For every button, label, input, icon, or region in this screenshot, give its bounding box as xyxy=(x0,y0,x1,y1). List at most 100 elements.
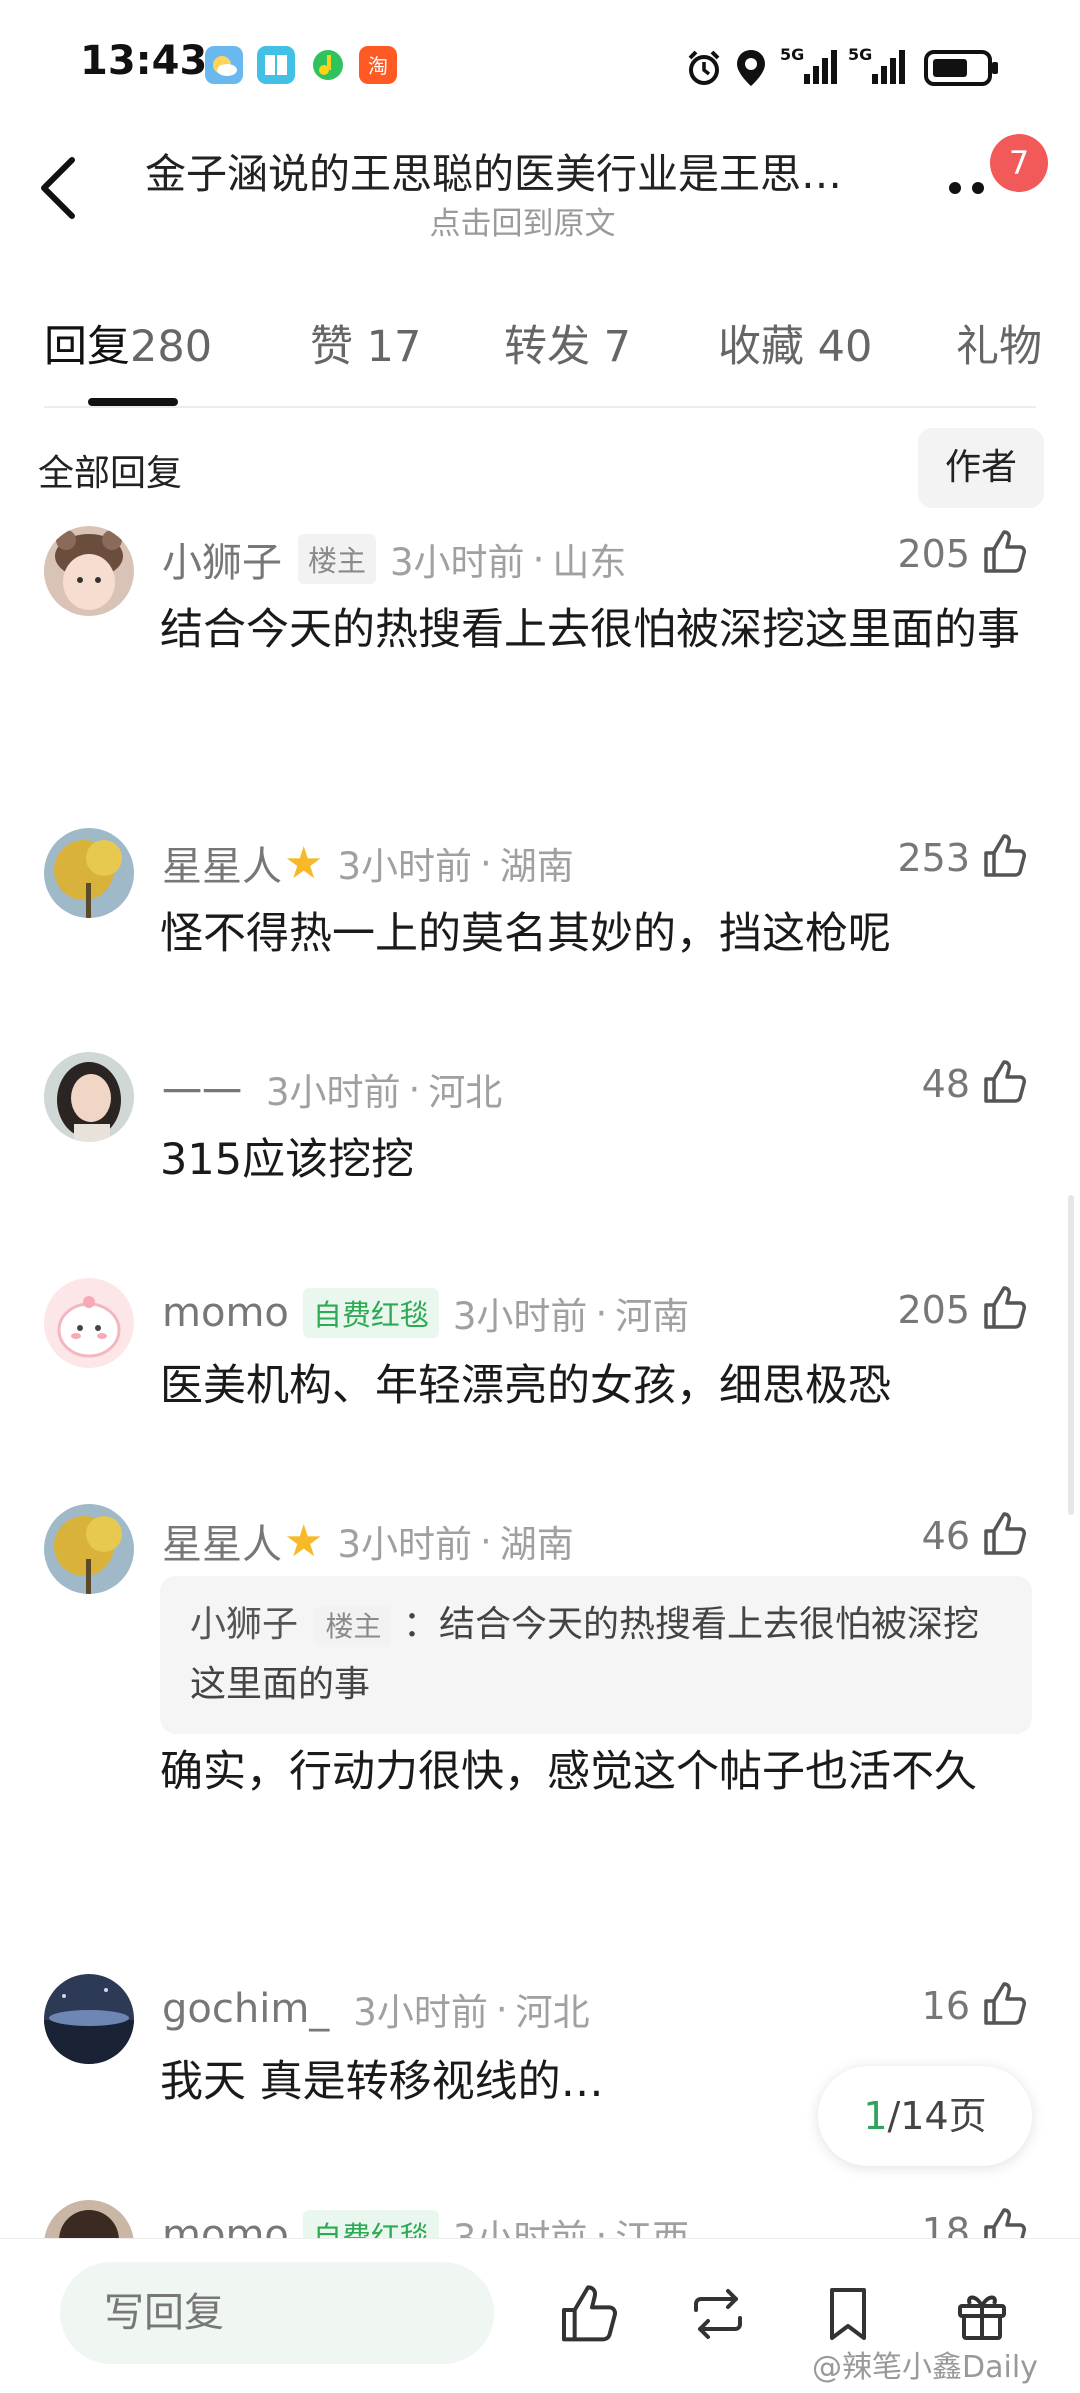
like-count: 48 xyxy=(921,1062,970,1106)
comment-meta: 一一 3小时前 · 河北 xyxy=(162,1060,502,1118)
chevron-left-icon xyxy=(41,157,75,219)
total-pages: /14页 xyxy=(887,2094,987,2138)
like-count: 18 xyxy=(921,2210,970,2238)
comment-text: 315应该挖挖 xyxy=(160,1135,415,1185)
avatar[interactable] xyxy=(44,2200,134,2238)
comment-time: 3小时前 xyxy=(452,1295,588,1338)
author-only-button[interactable]: 作者 xyxy=(918,428,1044,508)
thumbs-up-icon[interactable] xyxy=(980,2206,1028,2238)
thumbs-up-icon[interactable] xyxy=(980,1980,1028,2028)
tab-count: 40 xyxy=(817,322,873,372)
location-icon xyxy=(734,48,768,92)
avatar[interactable] xyxy=(44,1974,134,2064)
comment-meta: 星星人 ★ 3小时前 · 湖南 xyxy=(162,834,574,892)
alarm-icon xyxy=(684,48,724,92)
comment-meta: gochim_ 3小时前 · 河北 xyxy=(162,1982,590,2036)
tab-label: 转发 xyxy=(504,322,590,372)
thumbs-up-icon[interactable] xyxy=(980,1510,1028,1558)
comment-username[interactable]: momo xyxy=(162,1290,289,1336)
like-icon[interactable] xyxy=(556,2282,620,2346)
current-page: 1 xyxy=(863,2094,888,2138)
gift-icon[interactable] xyxy=(950,2282,1014,2346)
separator-dot: · xyxy=(532,537,545,581)
thumbs-up-icon[interactable] xyxy=(980,1058,1028,1106)
avatar[interactable] xyxy=(44,526,134,616)
more-options-button[interactable] xyxy=(948,180,992,194)
quoted-username[interactable]: 小狮子 xyxy=(190,1604,298,1645)
comment-region: 河北 xyxy=(428,1071,503,1114)
star-icon: ★ xyxy=(284,1515,324,1567)
back-button[interactable] xyxy=(36,148,80,228)
watermark: @辣笔小鑫Daily xyxy=(812,2350,1038,2385)
weather-app-icon xyxy=(205,46,243,84)
comment-username[interactable]: momo xyxy=(162,2212,289,2238)
star-icon: ★ xyxy=(284,837,324,889)
comment-username[interactable]: 星星人 xyxy=(162,834,282,892)
avatar[interactable] xyxy=(44,1052,134,1142)
tab-favorites[interactable]: 收藏 40 xyxy=(718,312,872,374)
thumbs-up-icon[interactable] xyxy=(980,528,1028,576)
tab-count: 17 xyxy=(366,322,422,372)
separator-dot: · xyxy=(480,1519,492,1563)
bookmark-icon[interactable] xyxy=(816,2282,880,2346)
quoted-reply[interactable]: 小狮子 楼主 ：结合今天的热搜看上去很怕被深挖这里面的事 xyxy=(160,1576,1032,1734)
separator-dot: · xyxy=(595,1291,608,1335)
taobao-app-icon: 淘 xyxy=(359,46,397,84)
signal-5g-icon-2: 5G xyxy=(848,44,910,92)
comment-username[interactable]: gochim_ xyxy=(162,1986,329,2032)
thumbs-up-icon[interactable] xyxy=(980,832,1028,880)
repost-icon[interactable] xyxy=(686,2282,750,2346)
page-indicator[interactable]: 1/14页 xyxy=(818,2066,1032,2166)
back-to-original-link[interactable]: 点击回到原文 xyxy=(145,198,900,243)
reply-input[interactable]: 写回复 xyxy=(60,2262,494,2364)
all-replies-label[interactable]: 全部回复 xyxy=(38,444,182,496)
like-count: 205 xyxy=(897,1288,970,1332)
post-title[interactable]: 金子涵说的王思聪的医美行业是王思… xyxy=(145,140,900,200)
tab-label: 回复 xyxy=(44,322,130,372)
like-count: 16 xyxy=(921,1984,970,2028)
tab-reposts[interactable]: 转发 7 xyxy=(504,312,631,374)
comment-time: 3小时前 xyxy=(453,2208,588,2238)
comment-region: 湖南 xyxy=(499,845,574,888)
active-tab-indicator xyxy=(88,398,178,406)
comment-time: 3小时前 xyxy=(390,541,525,584)
separator-dot: · xyxy=(480,841,492,885)
notification-badge: 7 xyxy=(990,134,1048,192)
comment-time: 3小时前 xyxy=(266,1071,401,1114)
signal-5g-icon-1: 5G xyxy=(780,44,842,92)
music-app-icon xyxy=(309,46,347,84)
svg-text:5G: 5G xyxy=(848,45,872,64)
comment-username[interactable]: 一一 xyxy=(162,1060,242,1118)
comment-username[interactable]: 星星人 xyxy=(162,1512,282,1570)
like-count: 205 xyxy=(897,532,970,576)
avatar[interactable] xyxy=(44,1278,134,1368)
tab-count: 7 xyxy=(603,322,632,372)
comment-text: 怪不得热一上的莫名其妙的，挡这枪呢 xyxy=(160,909,891,959)
comment-meta: 小狮子 楼主 3小时前 · 山东 xyxy=(162,530,626,588)
svg-text:淘: 淘 xyxy=(368,54,388,78)
comment-time: 3小时前 xyxy=(337,845,472,888)
more-dots-icon xyxy=(949,182,984,194)
tab-gifts[interactable]: 礼物 xyxy=(956,312,1080,374)
comment-text: 确实，行动力很快，感觉这个帖子也活不久 xyxy=(160,1747,977,1797)
comment-item: momo 自费红毯 3小时前 · 江西 18 xyxy=(0,2198,1080,2238)
membership-tag: 自费红毯 xyxy=(302,2210,439,2238)
comment-region: 河北 xyxy=(515,1991,590,2034)
comment-text: 医美机构、年轻漂亮的女孩，细思极恐 xyxy=(160,1361,891,1411)
op-tag: 楼主 xyxy=(298,534,377,584)
tab-likes[interactable]: 赞 17 xyxy=(310,312,421,374)
avatar[interactable] xyxy=(44,828,134,918)
comment-username[interactable]: 小狮子 xyxy=(162,530,282,588)
thumbs-up-icon[interactable] xyxy=(980,1284,1028,1332)
svg-text:5G: 5G xyxy=(780,45,804,64)
comment-region: 山东 xyxy=(552,541,627,584)
reader-app-icon xyxy=(257,46,295,84)
comment-meta: 星星人 ★ 3小时前 · 湖南 xyxy=(162,1512,574,1570)
tab-reply[interactable]: 回复280 xyxy=(44,312,212,374)
divider xyxy=(44,406,1036,408)
tab-label: 收藏 xyxy=(718,322,804,372)
comment-text: 结合今天的热搜看上去很怕被深挖这里面的事 xyxy=(160,605,1020,655)
scrollbar[interactable] xyxy=(1068,1195,1074,1515)
status-time: 13:43 xyxy=(80,38,208,84)
avatar[interactable] xyxy=(44,1504,134,1594)
